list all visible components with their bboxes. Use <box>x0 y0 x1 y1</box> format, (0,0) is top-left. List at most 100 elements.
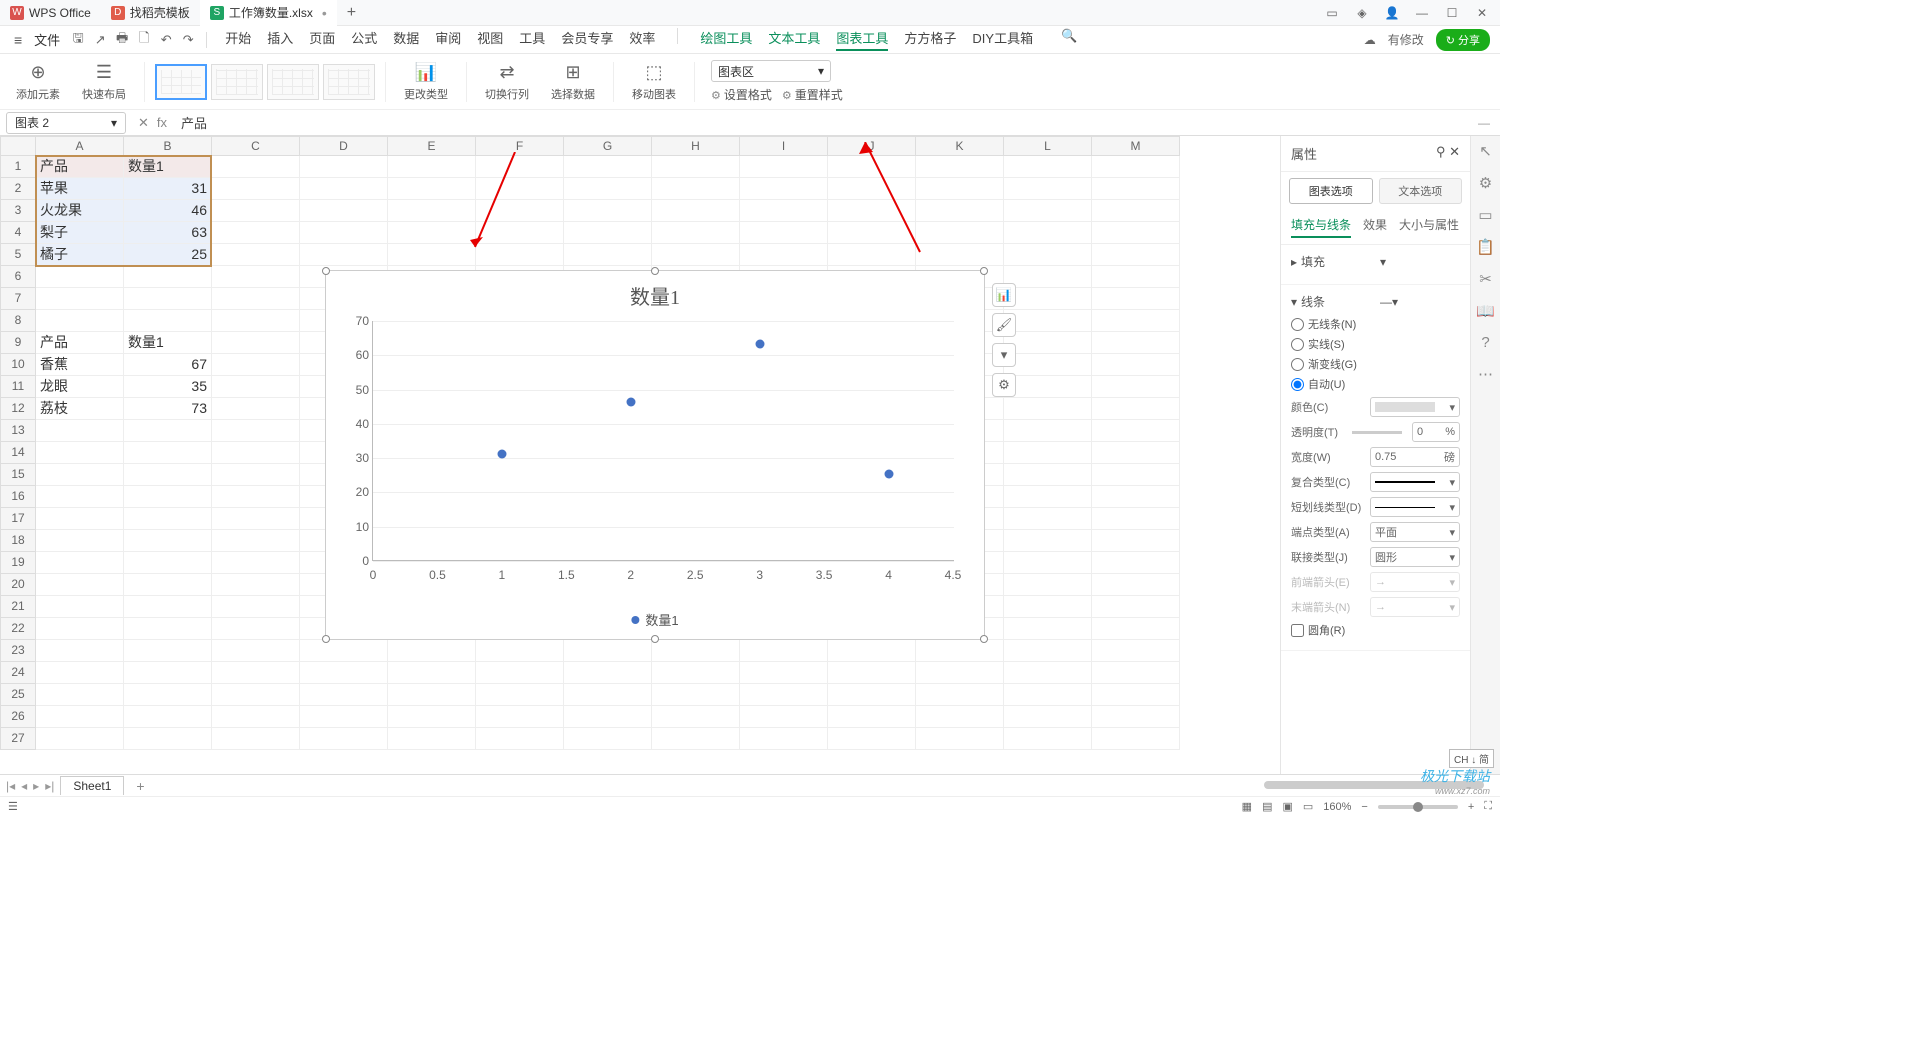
cell[interactable]: 数量1 <box>124 156 212 178</box>
rtab-start[interactable]: 开始 <box>225 28 251 51</box>
cell[interactable]: 荔枝 <box>36 398 124 420</box>
cell[interactable] <box>1004 200 1092 222</box>
cell[interactable] <box>1004 662 1092 684</box>
book-icon[interactable]: 📖 <box>1476 302 1495 320</box>
subtab-size[interactable]: 大小与属性 <box>1399 216 1459 238</box>
rowhead-26[interactable]: 26 <box>0 706 36 728</box>
cell[interactable] <box>36 552 124 574</box>
cell[interactable] <box>1092 332 1180 354</box>
cell[interactable] <box>124 596 212 618</box>
rowhead-10[interactable]: 10 <box>0 354 36 376</box>
rtab-member[interactable]: 会员专享 <box>561 28 613 51</box>
chart-title[interactable]: 数量1 <box>326 281 984 310</box>
ruler-icon[interactable]: ✂ <box>1479 270 1492 288</box>
cell[interactable] <box>36 706 124 728</box>
rtab-view[interactable]: 视图 <box>477 28 503 51</box>
cell[interactable] <box>564 222 652 244</box>
cell[interactable] <box>740 728 828 750</box>
cell[interactable] <box>1092 552 1180 574</box>
rowhead-15[interactable]: 15 <box>0 464 36 486</box>
cloud-icon[interactable]: ☁ <box>1364 33 1376 47</box>
colhead-M[interactable]: M <box>1092 136 1180 156</box>
close-window-icon[interactable]: ✕ <box>1474 6 1490 20</box>
cell[interactable] <box>564 662 652 684</box>
cell[interactable] <box>36 310 124 332</box>
help-icon[interactable]: ? <box>1481 334 1489 351</box>
cell[interactable] <box>564 156 652 178</box>
cell[interactable] <box>740 684 828 706</box>
cell[interactable] <box>388 662 476 684</box>
cell[interactable] <box>124 288 212 310</box>
cell[interactable] <box>1092 486 1180 508</box>
rowhead-6[interactable]: 6 <box>0 266 36 288</box>
cell[interactable] <box>212 442 300 464</box>
cell[interactable] <box>212 420 300 442</box>
cell[interactable] <box>740 178 828 200</box>
cell[interactable] <box>124 508 212 530</box>
add-element-button[interactable]: ⊕添加元素 <box>8 62 68 102</box>
zoom-in-icon[interactable]: + <box>1468 801 1474 813</box>
cell[interactable]: 31 <box>124 178 212 200</box>
cell[interactable] <box>212 178 300 200</box>
cell[interactable] <box>1092 684 1180 706</box>
cell[interactable] <box>212 200 300 222</box>
cell[interactable] <box>212 530 300 552</box>
colhead-B[interactable]: B <box>124 136 212 156</box>
rowhead-16[interactable]: 16 <box>0 486 36 508</box>
cell[interactable] <box>652 662 740 684</box>
cell[interactable] <box>916 178 1004 200</box>
cell[interactable] <box>300 200 388 222</box>
close-icon[interactable]: • <box>322 5 327 21</box>
cell[interactable] <box>652 222 740 244</box>
cell[interactable] <box>1092 420 1180 442</box>
cell[interactable] <box>124 530 212 552</box>
cell[interactable] <box>1004 464 1092 486</box>
rowhead-1[interactable]: 1 <box>0 156 36 178</box>
cell[interactable] <box>476 244 564 266</box>
cell[interactable] <box>36 420 124 442</box>
cell[interactable] <box>828 640 916 662</box>
cell[interactable] <box>1004 156 1092 178</box>
cell[interactable] <box>212 244 300 266</box>
undo-icon[interactable]: ↶ <box>156 32 176 48</box>
cell[interactable] <box>388 222 476 244</box>
cell[interactable] <box>1004 398 1092 420</box>
cell[interactable] <box>476 200 564 222</box>
cell[interactable] <box>1004 684 1092 706</box>
colhead-K[interactable]: K <box>916 136 1004 156</box>
cell[interactable] <box>1092 310 1180 332</box>
cell[interactable]: 35 <box>124 376 212 398</box>
status-icon[interactable]: ☰ <box>8 800 18 813</box>
file-menu[interactable]: 文件 <box>28 30 66 49</box>
cell[interactable] <box>388 178 476 200</box>
line-grad-radio[interactable]: 渐变线(G) <box>1291 356 1460 372</box>
join-select[interactable]: 圆形▾ <box>1370 547 1460 567</box>
cell[interactable] <box>476 684 564 706</box>
cell[interactable] <box>828 156 916 178</box>
rowhead-4[interactable]: 4 <box>0 222 36 244</box>
colhead-J[interactable]: J <box>828 136 916 156</box>
close-panel-icon[interactable]: ✕ <box>1449 144 1460 159</box>
cell[interactable] <box>124 552 212 574</box>
cell[interactable] <box>124 310 212 332</box>
cell[interactable] <box>388 200 476 222</box>
rowhead-23[interactable]: 23 <box>0 640 36 662</box>
select-data-button[interactable]: ⊞选择数据 <box>543 62 603 102</box>
cell[interactable] <box>124 420 212 442</box>
cell[interactable] <box>212 376 300 398</box>
prop-tab-text[interactable]: 文本选项 <box>1379 178 1463 204</box>
select-all-corner[interactable] <box>0 136 36 156</box>
cancel-icon[interactable]: ✕ <box>138 115 149 131</box>
cell[interactable] <box>916 222 1004 244</box>
cell[interactable] <box>564 244 652 266</box>
cell[interactable] <box>1092 706 1180 728</box>
set-format-link[interactable]: 设置格式 <box>711 86 772 103</box>
export-icon[interactable]: ↗ <box>90 32 110 48</box>
cell[interactable] <box>740 244 828 266</box>
cell[interactable] <box>1092 156 1180 178</box>
dash-select[interactable]: ▾ <box>1370 497 1460 517</box>
cell[interactable] <box>1004 486 1092 508</box>
rowhead-13[interactable]: 13 <box>0 420 36 442</box>
cell[interactable] <box>1092 178 1180 200</box>
cursor-icon[interactable]: ↖ <box>1479 142 1492 160</box>
